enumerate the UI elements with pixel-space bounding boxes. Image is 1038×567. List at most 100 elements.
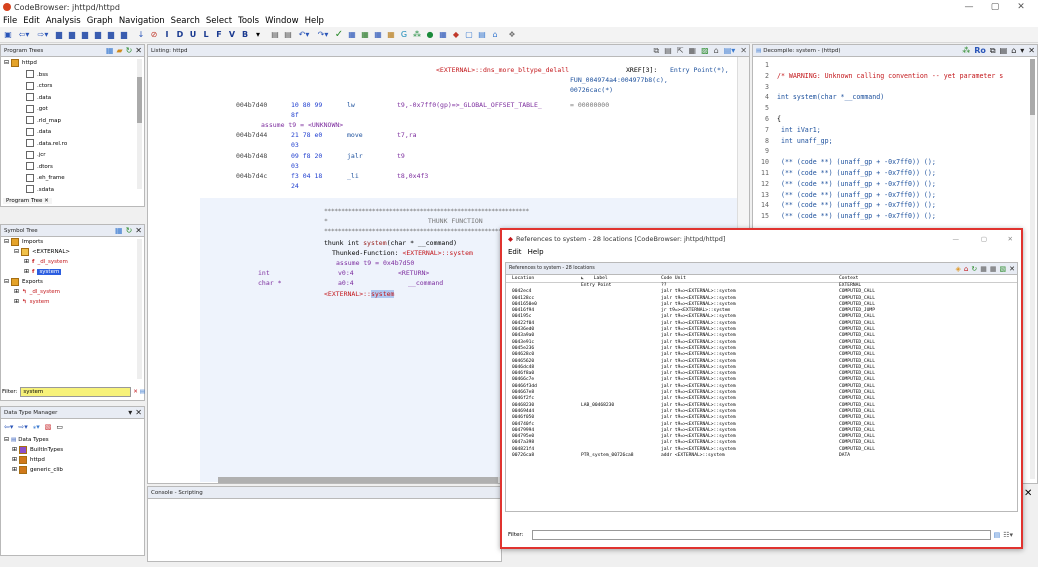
close-icon[interactable]: ✕ — [1028, 45, 1035, 57]
thunked-target[interactable]: <EXTERNAL>::system — [402, 249, 472, 257]
tree-node-data-types[interactable]: ⊟ ▤ Data Types — [4, 435, 144, 445]
memory-icon[interactable]: ▤ — [269, 29, 281, 41]
folder-open-icon[interactable]: ▰ — [116, 45, 122, 57]
cursor-icon[interactable]: ⇱ — [677, 45, 684, 57]
bytes-view-icon[interactable]: ▦ — [372, 29, 384, 41]
ref-filter-input[interactable] — [532, 530, 991, 540]
symbol-filter-input[interactable]: system — [20, 386, 132, 397]
tree-node[interactable]: .data — [4, 127, 144, 139]
vertical-scrollbar[interactable] — [1030, 59, 1035, 479]
label-icon[interactable]: I — [161, 29, 173, 41]
tree-node[interactable]: .data.rel.ro — [4, 139, 144, 151]
function-graph-icon[interactable]: G — [398, 29, 410, 41]
clear-filter-icon[interactable]: ✕ — [133, 389, 138, 395]
close-icon[interactable]: ✕ — [740, 45, 747, 57]
close-icon[interactable]: ✕ — [135, 407, 142, 419]
undefined-icon[interactable]: U — [187, 29, 199, 41]
undo-icon[interactable]: ↶▾ — [295, 29, 313, 41]
tree-node-export[interactable]: ⊞ ↰ system — [4, 297, 144, 307]
menu-help[interactable]: Help — [302, 16, 327, 26]
listing-row[interactable]: 03 — [236, 161, 736, 171]
vertical-scrollbar[interactable] — [137, 239, 142, 379]
data-types-icon[interactable]: ▢ — [463, 29, 475, 41]
tree-node[interactable]: .jcr — [4, 150, 144, 162]
memory-icon[interactable]: ▤ — [282, 29, 294, 41]
decomp-line[interactable]: 14 (** (code **) (unaff_gp + -0x7ff0)) (… — [753, 200, 1037, 211]
listing-row[interactable]: <EXTERNAL>::dns_more_bltype_delall XREF[3… — [236, 65, 736, 75]
ref-menu-edit[interactable]: Edit — [508, 248, 522, 260]
chevron-down-icon[interactable]: ▾ — [128, 407, 132, 419]
highlight-icon[interactable]: ◈ — [956, 263, 961, 275]
minimize-icon[interactable]: ▭ — [56, 423, 63, 431]
tree-node[interactable]: .rld_map — [4, 116, 144, 128]
ref-menu-help[interactable]: Help — [528, 248, 544, 260]
decomp-line[interactable]: 9 — [753, 146, 1037, 157]
close-icon[interactable]: ✕ — [1009, 263, 1015, 275]
register-icon[interactable]: ▦ — [385, 29, 397, 41]
tab-close-icon[interactable]: ✕ — [44, 198, 49, 204]
filter-options-icon[interactable]: ▤ — [994, 531, 1001, 539]
menu-window[interactable]: Window — [262, 16, 302, 26]
decomp-line[interactable]: 1 — [753, 60, 1037, 71]
tree-node[interactable]: .dtors — [4, 162, 144, 174]
listing-row[interactable]: 00726cac(*) — [236, 85, 736, 95]
menu-edit[interactable]: Edit — [20, 16, 42, 26]
decomp-line[interactable]: 3 — [753, 82, 1037, 93]
tree-node-export[interactable]: ⊞ ↰ _dl_system — [4, 287, 144, 297]
listing-row[interactable]: 03 — [236, 140, 736, 150]
right-close-icon[interactable]: ✕ — [1024, 488, 1032, 499]
table-icon[interactable]: ▦ — [990, 263, 997, 275]
tree-node[interactable]: .bss — [4, 70, 144, 82]
maximize-button[interactable]: ▢ — [982, 0, 1008, 14]
home-icon[interactable]: ⌂ — [489, 29, 501, 41]
program-tree-tab[interactable]: Program Tree ✕ — [3, 198, 52, 204]
layout-icon[interactable]: ▦ — [689, 45, 697, 57]
decomp-line[interactable]: 6{ — [753, 114, 1037, 125]
tree-node-imports[interactable]: ⊟ Imports — [4, 237, 144, 247]
python-icon[interactable]: ⁂ — [411, 29, 423, 41]
decomp-line[interactable]: 12 (** (code **) (unaff_gp + -0x7ff0)) (… — [753, 179, 1037, 190]
menu-file[interactable]: File — [0, 16, 20, 26]
menu-analysis[interactable]: Analysis — [43, 16, 84, 26]
clear-icon[interactable]: ⊘ — [148, 29, 160, 41]
close-button[interactable]: ✕ — [1008, 0, 1034, 14]
layout-icon[interactable]: ▤ — [1000, 45, 1008, 57]
data-icon[interactable]: D — [174, 29, 186, 41]
dropdown-icon[interactable]: ▾ — [252, 29, 264, 41]
script-icon[interactable]: ● — [424, 29, 436, 41]
bookmark-icon[interactable]: ▆ — [92, 29, 104, 41]
filter-icon[interactable]: ⁎▾ — [33, 423, 40, 431]
tree-node[interactable]: .eh_frame — [4, 173, 144, 185]
symbol-table-icon[interactable]: ▦ — [359, 29, 371, 41]
col-location[interactable]: Location — [506, 275, 581, 282]
listing-row[interactable]: 8f — [236, 110, 736, 120]
menu-navigation[interactable]: Navigation — [116, 16, 168, 26]
vertical-scrollbar[interactable] — [137, 59, 142, 189]
tree-node-import[interactable]: ⊞ f _dl_system — [4, 257, 144, 267]
close-icon[interactable]: ✕ — [135, 225, 142, 237]
label-icon[interactable]: L — [200, 29, 212, 41]
function-icon[interactable]: F — [213, 29, 225, 41]
back-icon[interactable]: ⇦▾ — [15, 29, 33, 41]
checkmark-icon[interactable]: ✓ — [333, 29, 345, 41]
col-context[interactable]: Context — [839, 275, 979, 282]
decomp-line[interactable]: 10 (** (code **) (unaff_gp + -0x7ff0)) (… — [753, 157, 1037, 168]
tree-node[interactable]: ⊞ BuiltInTypes — [4, 445, 144, 455]
decompile-icon[interactable]: ▤ — [476, 29, 488, 41]
tool-icon[interactable]: ❖ — [506, 29, 518, 41]
graph-icon[interactable]: ⁂ — [962, 45, 970, 57]
menu-search[interactable]: Search — [168, 16, 203, 26]
tree-node-import-selected[interactable]: ⊞ f system — [4, 267, 144, 277]
listing-row[interactable]: 24 — [236, 181, 736, 191]
listing-row[interactable]: 004b7d40 10 80 99 lw t9,-0x7ff0(gp)=>_GLOBA… — [236, 100, 736, 110]
field-icon[interactable]: ▨ — [701, 45, 709, 57]
forward-icon[interactable]: ⇨▾ — [34, 29, 52, 41]
snapshot-icon[interactable]: ⌂ — [1011, 45, 1016, 57]
collapse-icon[interactable]: ▧ — [45, 423, 52, 431]
select-icon[interactable]: ▦ — [980, 263, 987, 275]
chevron-down-icon[interactable]: ▾ — [1020, 45, 1024, 57]
decomp-line[interactable]: 4 int system(char *__command) — [753, 92, 1037, 103]
tree-node-exports[interactable]: ⊟ Exports — [4, 277, 144, 287]
listing-row[interactable]: FUN_004974a4:004977b8(c), — [236, 75, 736, 85]
ref-maximize-button[interactable]: ▢ — [981, 235, 987, 243]
